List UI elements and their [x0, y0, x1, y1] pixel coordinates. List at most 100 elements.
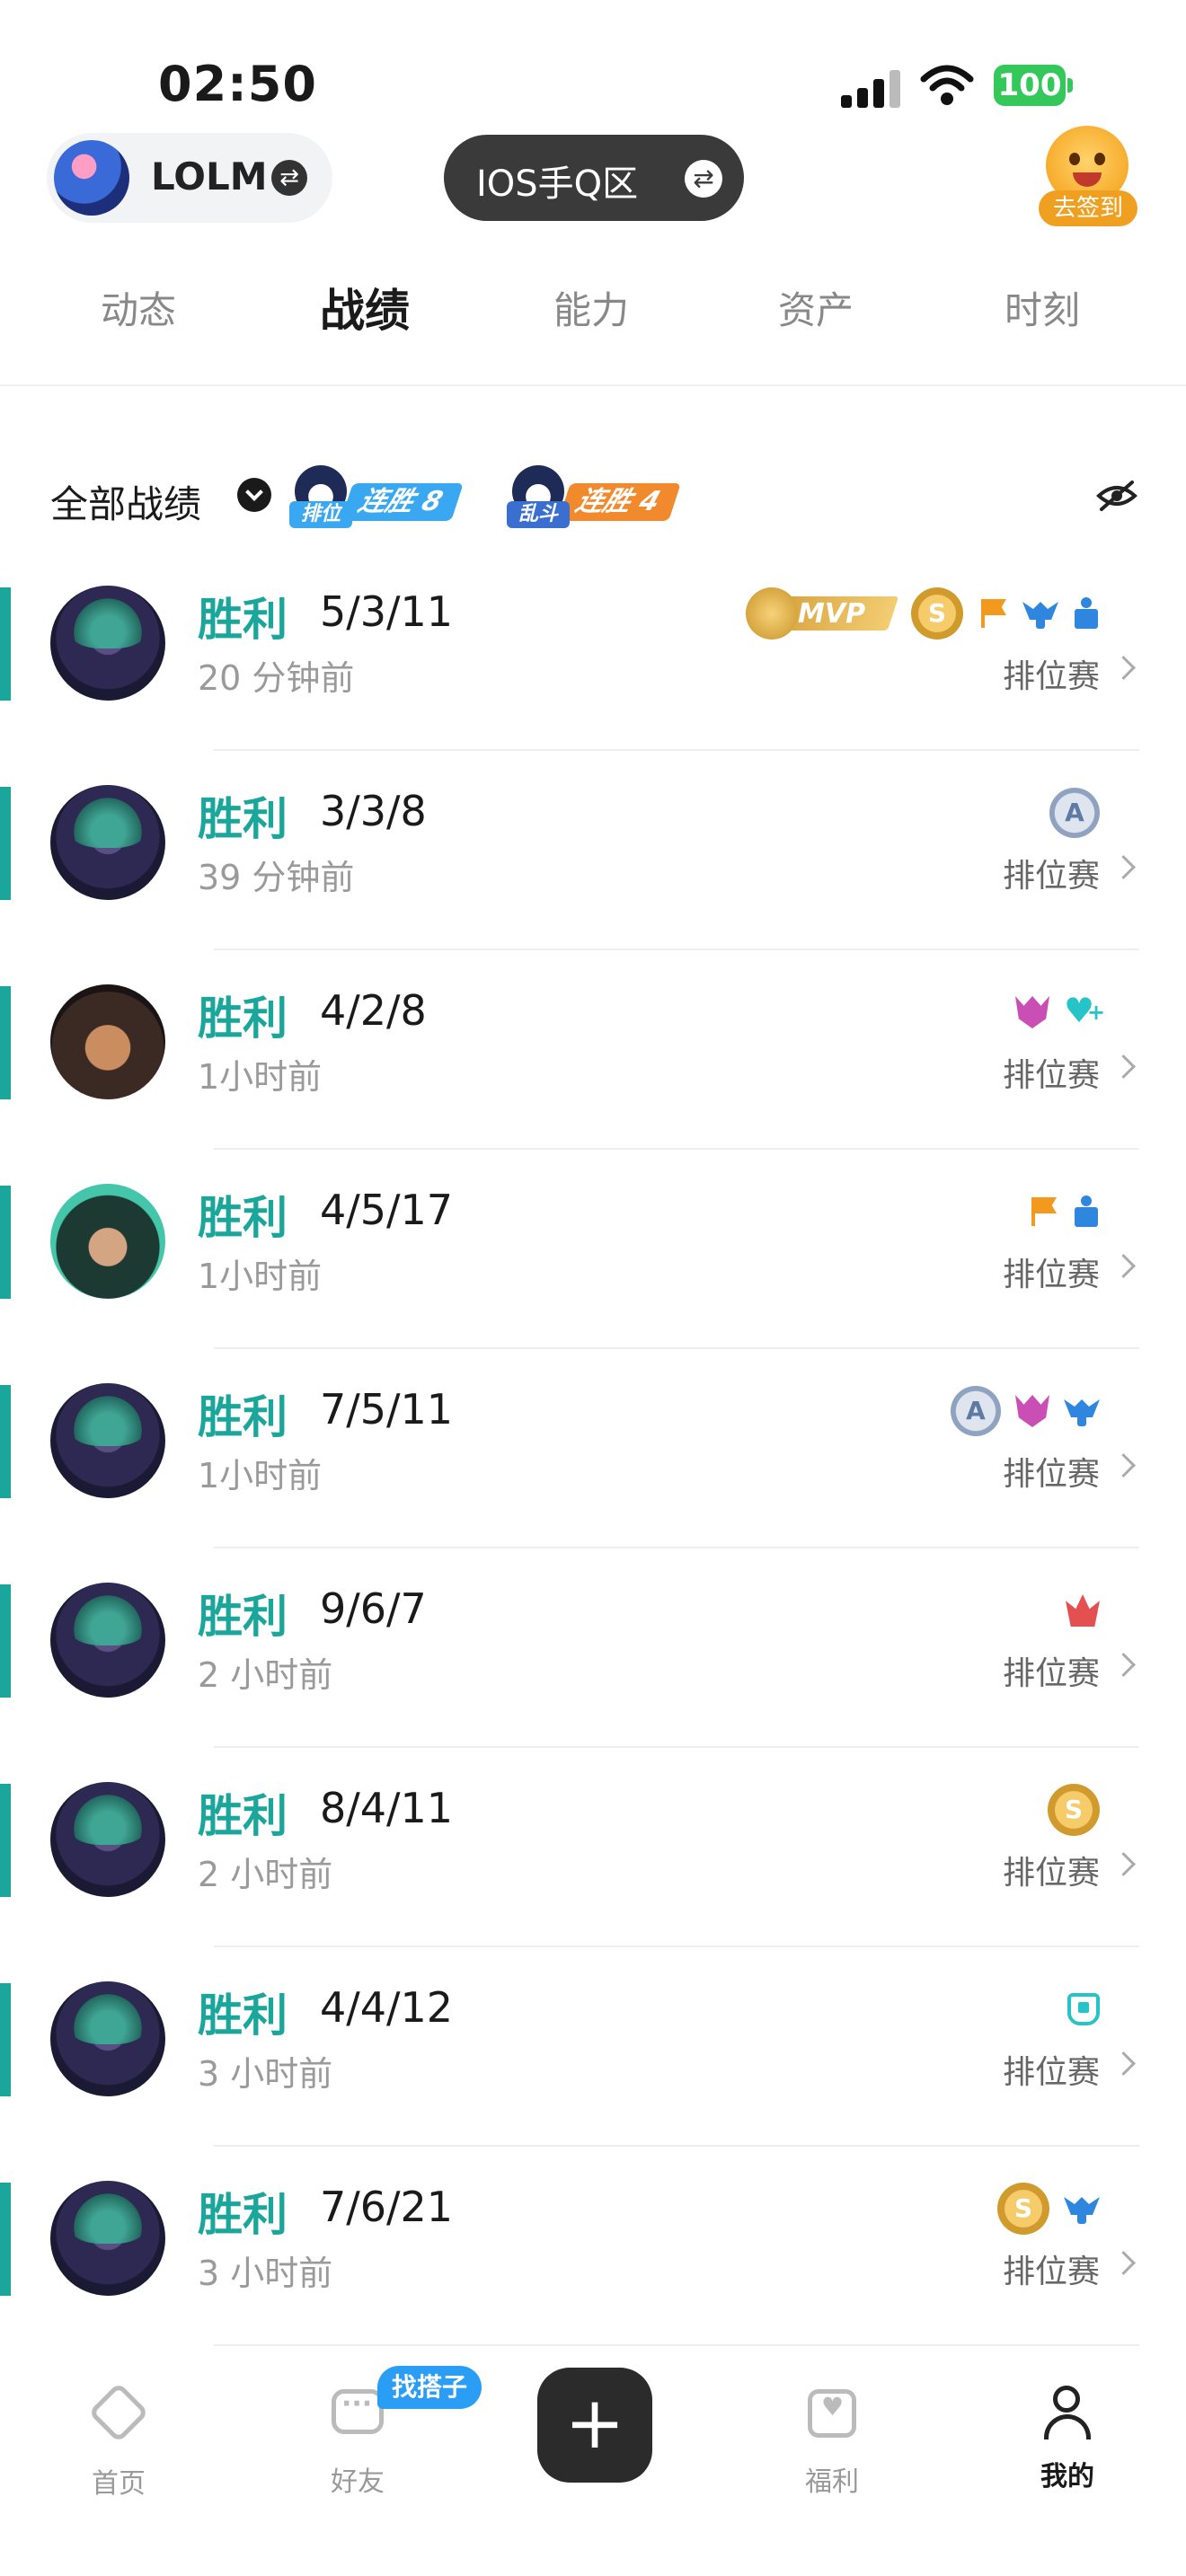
match-result: 胜利: [198, 1192, 288, 1244]
row-divider: [214, 1547, 1139, 1548]
champion-avatar: [50, 1782, 165, 1897]
account-switcher[interactable]: LOLM ⇄: [47, 133, 332, 223]
gift-icon: [808, 2389, 856, 2438]
match-row[interactable]: 胜利 4/5/17 1小时前 排位赛: [0, 1180, 1186, 1380]
signin-button[interactable]: 去签到: [1035, 126, 1141, 230]
chevron-down-icon[interactable]: [237, 478, 271, 512]
win-accent-bar: [0, 2183, 11, 2296]
record-filter[interactable]: 全部战绩: [50, 474, 201, 529]
match-row[interactable]: 胜利 4/2/8 1小时前 排位赛: [0, 981, 1186, 1180]
account-avatar: [54, 140, 129, 216]
chevron-right-icon: [1111, 1054, 1136, 1079]
match-time: 39 分钟前: [198, 858, 355, 897]
flag-icon: [1028, 1195, 1058, 1228]
mvp-badge: MVP: [746, 587, 899, 640]
trophy-icon: [1073, 597, 1100, 630]
champion-avatar: [50, 785, 165, 900]
wifi-icon: [920, 65, 974, 105]
match-row[interactable]: 胜利 4/4/12 3 小时前 排位赛: [0, 1978, 1186, 2177]
match-time: 3 小时前: [198, 2054, 333, 2094]
match-time: 1小时前: [198, 1257, 323, 1296]
nav-label: 福利: [805, 2466, 859, 2498]
find-partner-badge[interactable]: 找搭子: [377, 2366, 482, 2409]
match-row[interactable]: 胜利 3/3/8 39 分钟前 A 排位赛: [0, 781, 1186, 981]
match-row[interactable]: 胜利 9/6/7 2 小时前 排位赛: [0, 1579, 1186, 1778]
s-coin-badge: S: [1048, 1784, 1100, 1836]
tab-records[interactable]: 战绩: [320, 275, 410, 340]
row-divider: [214, 1347, 1139, 1349]
match-time: 20 分钟前: [198, 658, 355, 698]
chevron-right-icon: [1111, 1453, 1136, 1478]
champion-avatar: [50, 984, 165, 1099]
match-kda: 7/6/21: [320, 2183, 454, 2231]
match-result: 胜利: [198, 1989, 288, 2042]
account-name: LOLM: [151, 154, 268, 198]
match-row[interactable]: 胜利 7/5/11 1小时前 A 排位赛: [0, 1380, 1186, 1579]
eye-off-icon[interactable]: [1096, 480, 1137, 512]
shield-icon: [1067, 1993, 1100, 2025]
achievement-badges: MVP S: [746, 582, 1100, 645]
home-icon: [88, 2382, 149, 2443]
cell-signal-icon: [841, 70, 902, 108]
tab-moments[interactable]: 时刻: [1005, 280, 1080, 335]
s-coin-badge: S: [997, 2183, 1049, 2235]
wing-icon: [1064, 2193, 1100, 2224]
a-rank-badge: A: [951, 1386, 1001, 1436]
demon-icon: [1015, 1395, 1049, 1427]
achievement-badges: S: [997, 2177, 1100, 2240]
match-mode: 排位赛: [1002, 1655, 1100, 1692]
tab-dynamics[interactable]: 动态: [101, 280, 176, 335]
achievement-badges: A: [951, 1380, 1100, 1442]
champion-avatar: [50, 1184, 165, 1299]
achievement-badges: [1066, 1579, 1100, 1642]
match-row[interactable]: 胜利 5/3/11 20 分钟前 MVP S 排位赛: [0, 582, 1186, 781]
row-divider: [214, 1746, 1139, 1748]
region-label: IOS手Q区: [476, 163, 639, 205]
match-row[interactable]: 胜利 7/6/21 3 小时前 S 排位赛: [0, 2177, 1186, 2377]
nav-me[interactable]: 我的: [996, 2384, 1139, 2493]
crown-icon: [1066, 1594, 1100, 1627]
match-result: 胜利: [198, 1790, 288, 1842]
swap-icon: ⇄: [271, 160, 307, 196]
nav-label: 我的: [1040, 2461, 1094, 2492]
chevron-right-icon: [1111, 1254, 1136, 1278]
nav-label: 好友: [331, 2466, 385, 2498]
row-divider: [214, 749, 1139, 751]
a-rank-badge: A: [1049, 788, 1100, 838]
match-mode: 排位赛: [1002, 1456, 1100, 1493]
streak-mode: 排位: [289, 501, 352, 528]
achievement-badges: A: [1049, 781, 1100, 844]
chat-icon: [332, 2388, 384, 2434]
achievement-badges: [1028, 1180, 1100, 1243]
brawl-streak-badge: 连胜 4 乱斗: [507, 460, 704, 528]
match-kda: 9/6/7: [320, 1584, 427, 1633]
demon-icon: [1015, 996, 1049, 1028]
match-result: 胜利: [198, 594, 288, 646]
win-accent-bar: [0, 1983, 11, 2096]
tab-assets[interactable]: 资产: [778, 280, 854, 335]
match-mode: 排位赛: [1002, 658, 1100, 695]
wing-icon: [1022, 598, 1058, 629]
tab-ability[interactable]: 能力: [553, 280, 629, 335]
achievement-badges: [1067, 1978, 1100, 2041]
chevron-right-icon: [1111, 2251, 1136, 2275]
match-mode: 排位赛: [1002, 1855, 1100, 1892]
match-time: 2 小时前: [198, 1855, 333, 1894]
achievement-badges: [1015, 981, 1105, 1044]
nav-welfare[interactable]: 福利: [760, 2384, 904, 2499]
chevron-right-icon: [1111, 1852, 1136, 1876]
row-divider: [214, 1945, 1139, 1947]
match-result: 胜利: [198, 992, 288, 1045]
region-switcher[interactable]: IOS手Q区 ⇄: [444, 135, 744, 221]
plus-button[interactable]: +: [537, 2368, 652, 2483]
match-row[interactable]: 胜利 8/4/11 2 小时前 S 排位赛: [0, 1778, 1186, 1978]
nav-label: 首页: [92, 2468, 146, 2500]
match-mode: 排位赛: [1002, 858, 1100, 895]
row-divider: [214, 2344, 1139, 2346]
s-coin-badge: S: [911, 587, 963, 640]
tabs-divider: [0, 384, 1186, 386]
nav-home[interactable]: 首页: [47, 2382, 190, 2501]
chevron-right-icon: [1111, 2051, 1136, 2076]
match-kda: 7/5/11: [320, 1385, 454, 1434]
wing-icon: [1064, 1396, 1100, 1426]
